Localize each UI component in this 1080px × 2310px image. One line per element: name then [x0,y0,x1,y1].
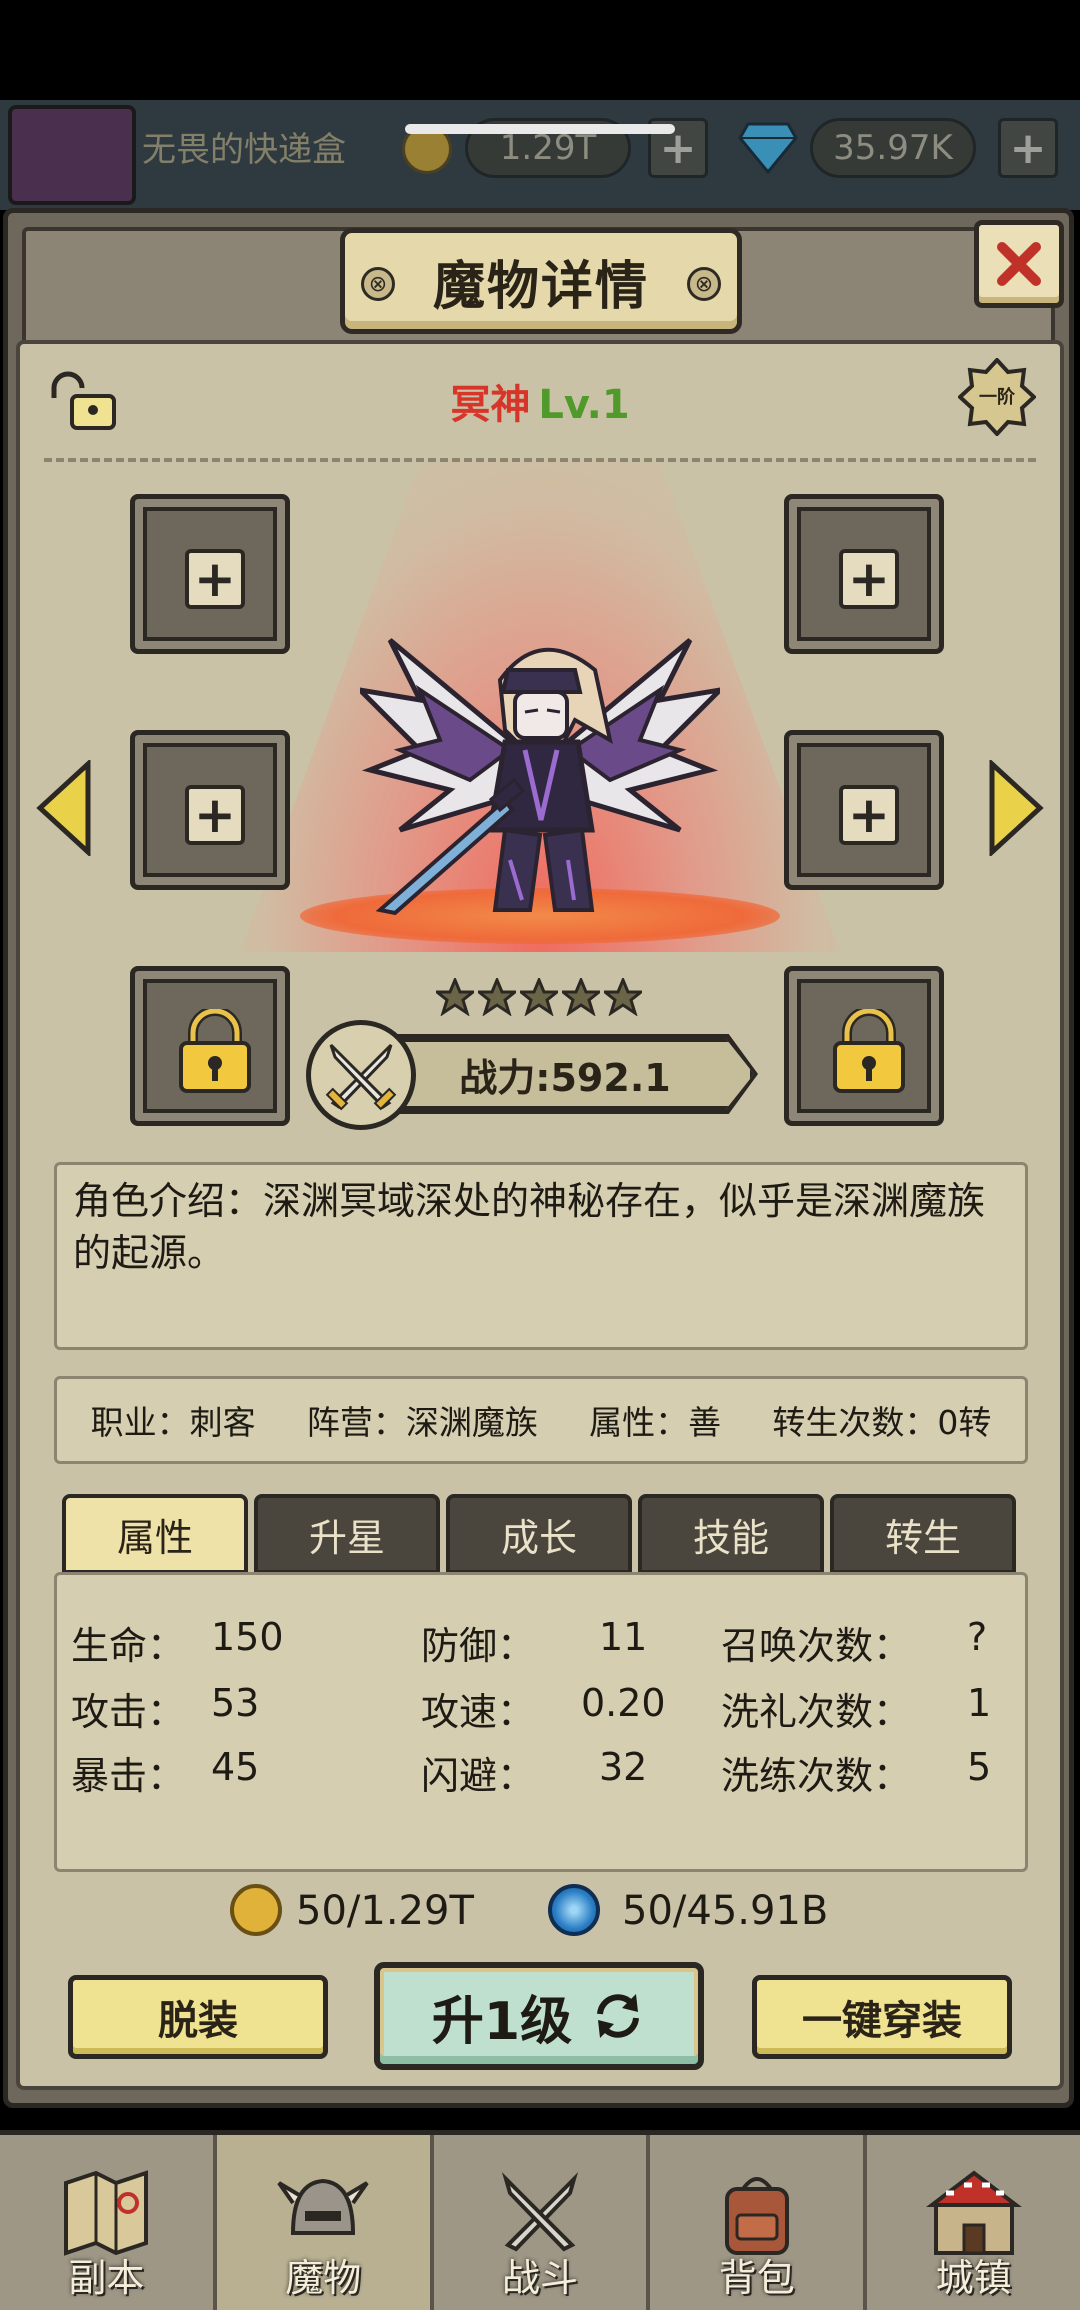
star-icon [520,978,558,1016]
nav-battle[interactable]: 战斗 [433,2135,651,2310]
refine-label: 洗练次数： [721,1754,912,1798]
equip-slot[interactable]: + [130,494,290,654]
intro-box: 角色介绍：深渊冥域深处的神秘存在，似乎是深渊魔族的起源。 [54,1162,1028,1350]
dodge-label: 闪避： [421,1754,536,1798]
attribute: 属性：善 [589,1403,722,1442]
add-equipment-icon: + [185,785,245,845]
star-icon [478,978,516,1016]
level-up-button[interactable]: 升1级 [374,1962,704,2070]
summon-label: 召唤次数： [721,1624,912,1668]
hp-label: 生命： [71,1624,186,1668]
power-plate: 战力:592.1 [396,1038,754,1110]
nav-label: 背包 [718,2256,795,2300]
monster-intro: 角色介绍：深渊冥域深处的神秘存在，似乎是深渊魔族的起源。 [73,1179,986,1275]
rivet-icon: ⊗ [687,267,721,301]
nav-label: 魔物 [285,2256,362,2300]
dodge-value: 32 [599,1745,648,1789]
baptism-label: 洗礼次数： [721,1690,912,1734]
player-avatar [8,105,136,205]
essence-orb-icon [548,1884,600,1936]
close-button[interactable] [974,220,1064,308]
stat-row: 攻击： 53 攻速： 0.20 洗礼次数： 1 [71,1681,1021,1741]
detail-tabs: 属性 升星 成长 技能 转生 [62,1494,1016,1574]
level-up-label: 升1级 [431,1991,573,2052]
hp-value: 150 [211,1615,284,1659]
profession: 职业：刺客 [90,1403,256,1442]
star-icon [604,978,642,1016]
equip-slot[interactable]: + [784,494,944,654]
status-bar [0,0,1080,100]
monster-name: 冥神 [450,382,531,428]
refine-value: 5 [967,1745,992,1789]
gold-cost: 50/1.29T [296,1888,474,1934]
star-rating [436,978,648,1016]
add-equipment-icon: + [839,785,899,845]
add-equipment-icon: + [185,549,245,609]
nav-label: 战斗 [501,2256,578,2300]
add-equipment-icon: + [839,549,899,609]
monster-level: Lv.1 [538,382,630,428]
nav-backpack[interactable]: 背包 [650,2135,868,2310]
atk-value: 53 [211,1681,260,1725]
equip-slot[interactable]: + [130,730,290,890]
player-name: 无畏的快递盒 [142,130,346,170]
close-icon [997,242,1041,286]
lock-icon [179,1009,251,1093]
speed-label: 攻速： [421,1690,536,1734]
crit-value: 45 [211,1745,260,1789]
stat-row: 生命： 150 防御： 11 召唤次数： ? [71,1615,1021,1675]
divider [44,458,1036,462]
star-icon [562,978,600,1016]
info-row: 职业：刺客 阵营：深渊魔族 属性：善 转生次数：0转 [54,1376,1028,1464]
crossed-swords-icon [306,1020,416,1130]
refresh-icon [597,1994,640,2038]
gem-amount: 35.97K [810,118,976,178]
speed-value: 0.20 [581,1681,666,1725]
equip-slot[interactable]: + [784,730,944,890]
star-icon [436,978,474,1016]
prev-monster-arrow-icon[interactable] [36,760,92,856]
essence-cost: 50/45.91B [622,1888,829,1934]
tier-label: 一阶 [979,387,1015,408]
diamond-icon [738,122,798,174]
rivet-icon: ⊗ [361,267,395,301]
tab-rebirth[interactable]: 转生 [830,1494,1016,1574]
gold-coin-icon [230,1884,282,1936]
upgrade-costs: 50/1.29T 50/45.91B [230,1884,850,1940]
def-label: 防御： [421,1624,536,1668]
nav-dungeon[interactable]: 副本 [0,2135,217,2310]
nav-label: 城镇 [935,2256,1012,2300]
power-value: 战力:592.1 [459,1055,671,1100]
modal-title-plate: ⊗ 魔物详情 ⊗ [340,228,742,334]
modal-title: 魔物详情 [432,256,649,317]
monster-sprite [360,638,720,916]
baptism-value: 1 [967,1681,992,1725]
locked-slot[interactable] [130,966,290,1126]
stats-panel: 生命： 150 防御： 11 召唤次数： ? 攻击： 53 攻速： 0.20 洗… [54,1572,1028,1872]
faction: 阵营：深渊魔族 [306,1403,538,1442]
next-monster-arrow-icon[interactable] [988,760,1044,856]
locked-slot[interactable] [784,966,944,1126]
tab-growth[interactable]: 成长 [446,1494,632,1574]
rebirth-count: 转生次数：0转 [772,1403,992,1442]
nav-town[interactable]: 城镇 [867,2135,1080,2310]
bottom-nav: 副本 魔物 战斗 背包 城镇 [0,2130,1080,2310]
monster-title: 冥神 Lv.1 [0,372,1080,430]
tab-attributes[interactable]: 属性 [62,1494,248,1574]
home-indicator [405,124,675,134]
nav-label: 副本 [68,2256,145,2300]
unequip-button[interactable]: 脱装 [68,1975,328,2059]
nav-monster[interactable]: 魔物 [216,2135,434,2310]
lock-icon [833,1009,905,1093]
equip-all-button[interactable]: 一键穿装 [752,1975,1012,2059]
tab-star-up[interactable]: 升星 [254,1494,440,1574]
tab-skills[interactable]: 技能 [638,1494,824,1574]
crit-label: 暴击： [71,1754,186,1798]
def-value: 11 [599,1615,648,1659]
add-gem-button[interactable]: + [998,118,1058,178]
atk-label: 攻击： [71,1690,186,1734]
stat-row: 暴击： 45 闪避： 32 洗练次数： 5 [71,1745,1021,1805]
summon-value: ? [967,1615,988,1659]
